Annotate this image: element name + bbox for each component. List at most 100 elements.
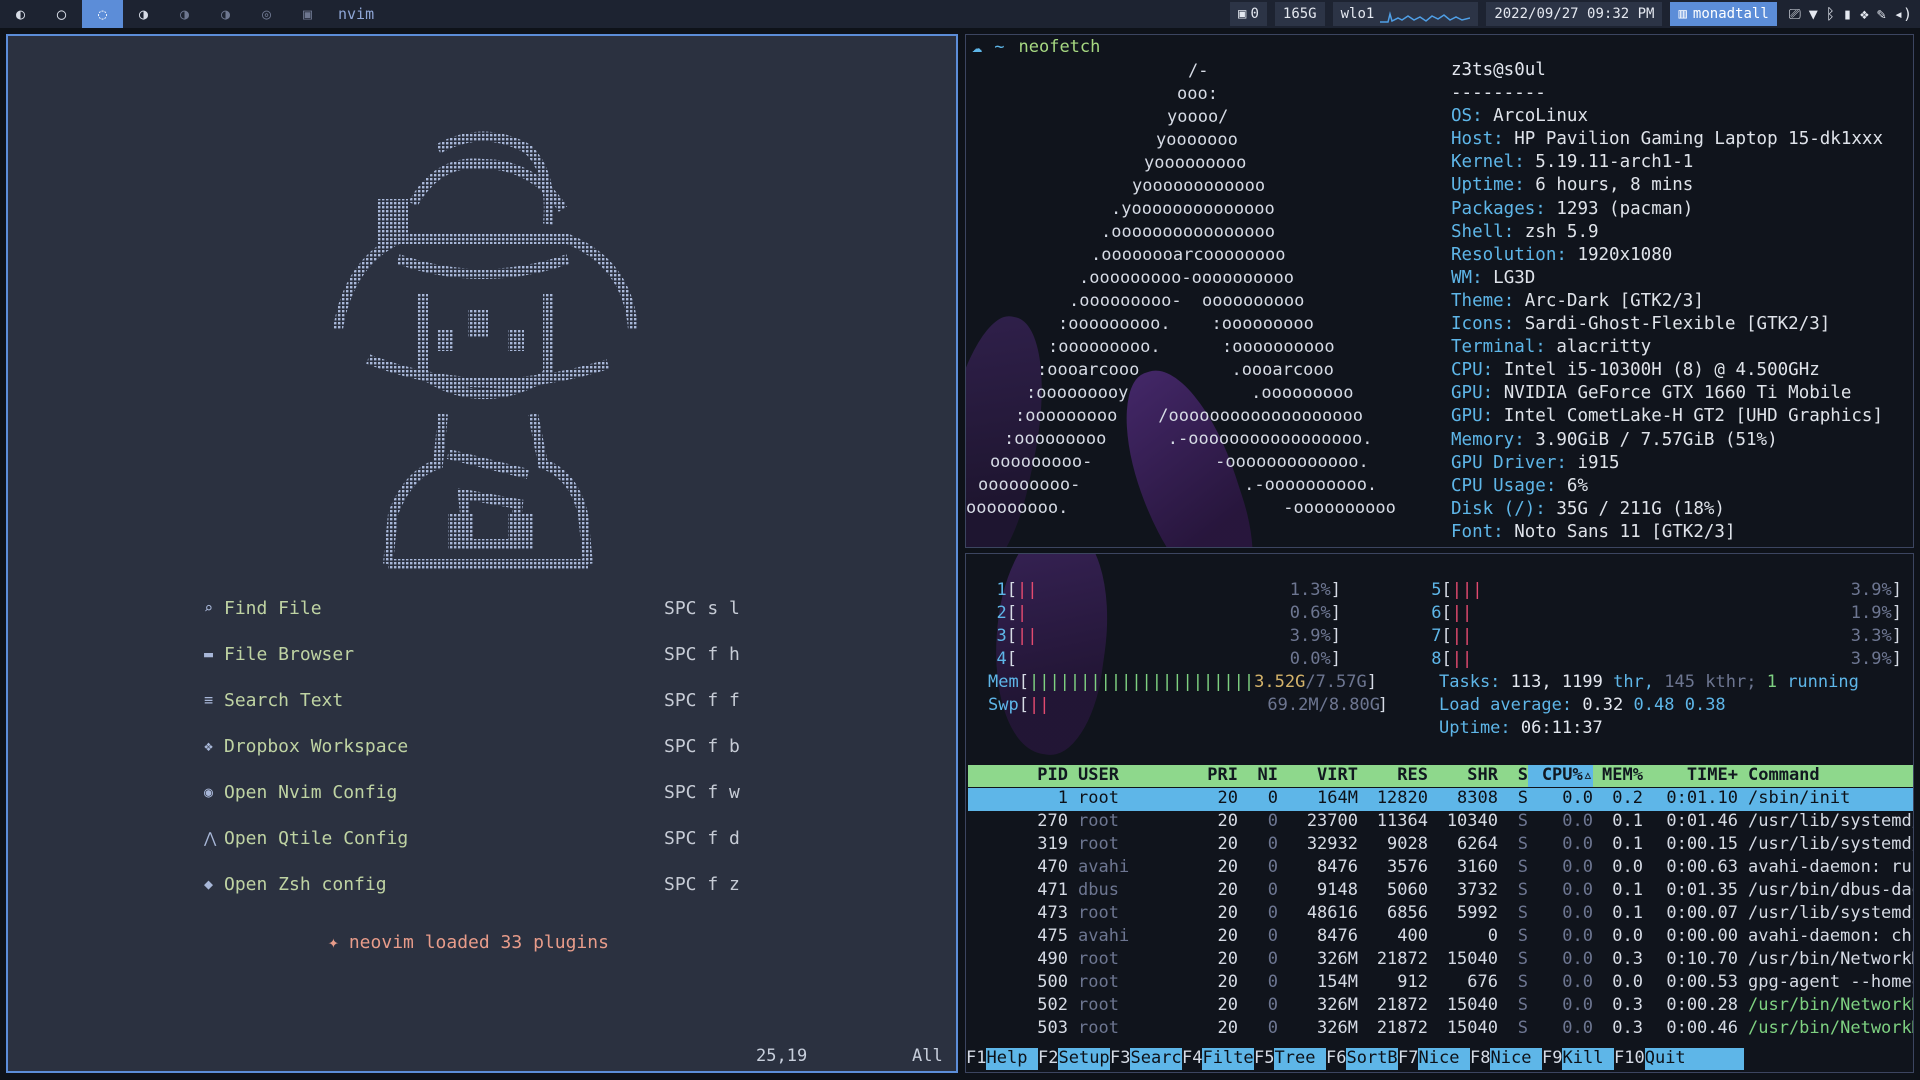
tasks-stat: Tasks: 113, 1199 thr, 145 kthr; 1 runnin… xyxy=(1439,672,1859,692)
process-cell-pid: 471 xyxy=(1037,880,1068,900)
qtile-icon: ⋀ xyxy=(204,829,217,847)
process-row[interactable]: 490 root 20 0 326M 21872 15040 S 0.0 0.3 0:10.70/u… xyxy=(968,949,1913,972)
process-row[interactable]: 1 root 20 0 164M 12820 8308 S 0.0 0.2 0:01.10/sbin… xyxy=(968,788,1913,811)
workspace-6[interactable]: ◑ xyxy=(205,0,246,28)
workspace-3[interactable]: ◌ xyxy=(82,0,123,28)
process-cell-s: S xyxy=(1517,857,1528,877)
process-row[interactable]: 500 root 20 0 154M 912 676 S 0.0 0.0 0:00.53 gpg-ag… xyxy=(968,972,1913,995)
fkey-action: Tree xyxy=(1274,1048,1326,1070)
fkey-sortby[interactable]: F6 SortBy xyxy=(1326,1048,1408,1070)
col-mem[interactable]: MEM% xyxy=(1593,765,1643,787)
fkey-search[interactable]: F3 Search xyxy=(1110,1048,1192,1070)
process-row[interactable]: 473 root 20 0 48616 6856 5992 S 0.0 0.1 0:00.07/us… xyxy=(968,903,1913,926)
menu-open-zsh-config[interactable]: ◆ Open Zsh config SPC f z xyxy=(204,861,764,907)
col-state[interactable]: S xyxy=(1498,765,1528,787)
process-cell-ni: 0 xyxy=(1267,972,1278,992)
menu-shortcut: SPC f z xyxy=(664,873,740,895)
col-res[interactable]: RES xyxy=(1358,765,1428,787)
menu-open-qtile-config[interactable]: ⋀ Open Qtile Config SPC f d xyxy=(204,815,764,861)
notification-widget[interactable]: ▣ 0 xyxy=(1230,2,1267,26)
menu-dropbox-workspace[interactable]: ❖ Dropbox Workspace SPC f b xyxy=(204,723,764,769)
fkey-tree[interactable]: F5 Tree xyxy=(1254,1048,1326,1070)
col-cpu[interactable]: CPU%▵ xyxy=(1528,765,1593,787)
logo-line: :ooooooooo .-ooooooooooooooooo. xyxy=(1004,429,1373,449)
fkey-filter[interactable]: F4 Filter xyxy=(1182,1048,1264,1070)
workspace-2[interactable]: ◯ xyxy=(41,0,82,28)
col-time[interactable]: TIME+ xyxy=(1643,765,1738,787)
screen-icon[interactable]: ⎚ xyxy=(1789,5,1801,23)
menu-find-file[interactable]: ⌕ Find File SPC s l xyxy=(204,585,764,631)
menu-search-text[interactable]: ≡ Search Text SPC f f xyxy=(204,677,764,723)
col-pid[interactable]: PID xyxy=(968,765,1068,787)
process-cell-user: avahi xyxy=(1078,926,1130,946)
logo-line: :ooooooooy .ooooooooo xyxy=(1026,383,1354,403)
process-cell-mem: 0.1 xyxy=(1612,903,1643,923)
process-cell-time: 0:00.07 xyxy=(1666,903,1738,923)
col-user[interactable]: USER xyxy=(1068,765,1168,787)
cpu-meter: 2[| 0.6%] xyxy=(996,603,1341,623)
workspace-1[interactable]: ◐ xyxy=(0,0,41,28)
info-terminal: Terminal: alacritty xyxy=(1451,337,1652,358)
fkey-kill[interactable]: F9 Kill xyxy=(1542,1048,1614,1070)
workspace-4[interactable]: ◑ xyxy=(123,0,164,28)
process-cell-user: root xyxy=(1078,1018,1119,1038)
fkey-nice[interactable]: F7Nice - xyxy=(1398,1048,1470,1072)
process-cell-shr: 3732 xyxy=(1457,880,1498,900)
fkey-help[interactable]: F1 Help xyxy=(966,1048,1038,1070)
col-ni[interactable]: NI xyxy=(1238,765,1278,787)
bluetooth-icon[interactable]: ᛒ xyxy=(1826,5,1835,23)
fkey-nice[interactable]: F8Nice + xyxy=(1470,1048,1542,1072)
col-pri[interactable]: PRI xyxy=(1168,765,1238,787)
neofetch-terminal[interactable]: ☁ ~ neofetch /- ooo: yoooo/ yooooooo yoooo… xyxy=(965,34,1914,548)
menu-shortcut: SPC f b xyxy=(664,735,740,757)
process-cell-pri: 20 xyxy=(1217,880,1238,900)
prompt-command: neofetch xyxy=(1018,37,1101,57)
process-row[interactable]: 475 avahi 20 0 8476 400 0 S 0.0 0.0 0:00.00 avahi-d… xyxy=(968,926,1913,949)
dropbox-tray-icon[interactable]: ❖ xyxy=(1860,5,1869,23)
process-cell-user: root xyxy=(1078,788,1119,808)
process-cell-shr: 3160 xyxy=(1457,857,1498,877)
process-row[interactable]: 470 avahi 20 0 8476 3576 3160 S 0.0 0.0 0:00.63 ava… xyxy=(968,857,1913,880)
process-cell-pri: 20 xyxy=(1217,926,1238,946)
col-shr[interactable]: SHR xyxy=(1428,765,1498,787)
process-cell-virt: 154M xyxy=(1317,972,1358,992)
volume-icon[interactable]: ◂) xyxy=(1894,5,1912,23)
col-virt[interactable]: VIRT xyxy=(1278,765,1358,787)
clock-widget[interactable]: 2022/09/27 09:32 PM xyxy=(1486,2,1663,26)
layout-widget[interactable]: ▥ monadtall xyxy=(1670,2,1777,26)
process-cell-mem: 0.1 xyxy=(1612,811,1643,831)
process-cell-pid: 503 xyxy=(1037,1018,1068,1038)
fkey-setup[interactable]: F2 Setup xyxy=(1038,1048,1110,1070)
htop-terminal[interactable]: 1[|| 1.3%] 2[| 0.6%] 3[|| 3.9%] 4[0.0%] 5[|… xyxy=(965,553,1914,1073)
menu-file-browser[interactable]: ▬ File Browser SPC f h xyxy=(204,631,764,677)
menu-open-nvim-config[interactable]: ◉ Open Nvim Config SPC f w xyxy=(204,769,764,815)
process-cell-pri: 20 xyxy=(1217,811,1238,831)
process-cell-mem: 0.3 xyxy=(1612,1018,1643,1038)
shell-icon: ◆ xyxy=(204,875,214,893)
fkey-quit[interactable]: F10 Quit xyxy=(1614,1048,1744,1070)
col-command[interactable]: Command xyxy=(1738,765,1913,787)
workspace-7[interactable]: ◎ xyxy=(246,0,287,28)
process-cell-time: 0:10.70 xyxy=(1666,949,1738,969)
process-cell-user: avahi xyxy=(1078,857,1130,877)
info-packages: Packages: 1293 (pacman) xyxy=(1451,198,1694,219)
process-cell-shr: 5992 xyxy=(1457,903,1498,923)
wifi-icon[interactable]: ▼ xyxy=(1809,5,1818,23)
workspace-5[interactable]: ◑ xyxy=(164,0,205,28)
process-row[interactable]: 503 root 20 0 326M 21872 15040 S 0.0 0.3 0:00.46/u… xyxy=(968,1018,1913,1041)
process-row[interactable]: 502 root 20 0 326M 21872 15040 S 0.0 0.3 0:00.28/u… xyxy=(968,995,1913,1018)
process-cell-shr: 15040 xyxy=(1446,949,1498,969)
folder-icon: ▬ xyxy=(204,645,214,663)
process-cell-res: 12820 xyxy=(1376,788,1428,808)
system-tray: ⎚ ▼ ᛒ ▮ ❖ ✎ ◂) xyxy=(1785,5,1916,23)
info-theme: Theme: Arc-Dark [GTK2/3] xyxy=(1451,290,1704,311)
pen-icon[interactable]: ✎ xyxy=(1877,5,1886,23)
clipboard-icon[interactable]: ▮ xyxy=(1843,5,1852,23)
process-cell-cmd: /usr/bin/NetworkMan xyxy=(1748,949,1913,969)
fkey-number: F4 xyxy=(1182,1048,1203,1070)
process-row[interactable]: 270 root 20 0 23700 11364 10340 S 0.0 0.1 0:01.46 /… xyxy=(968,811,1913,834)
process-row[interactable]: 471 dbus 20 0 9148 5060 3732 S 0.0 0.1 0:01.35/usr… xyxy=(968,880,1913,903)
process-row[interactable]: 319 root 20 0 32932 9028 6264 S 0.0 0.1 0:00.15/us… xyxy=(968,834,1913,857)
process-cell-cmd: /usr/lib/systemd/sy xyxy=(1748,811,1913,831)
nvim-window[interactable]: ⌕ Find File SPC s l ▬ File Browser SPC f… xyxy=(6,34,958,1073)
